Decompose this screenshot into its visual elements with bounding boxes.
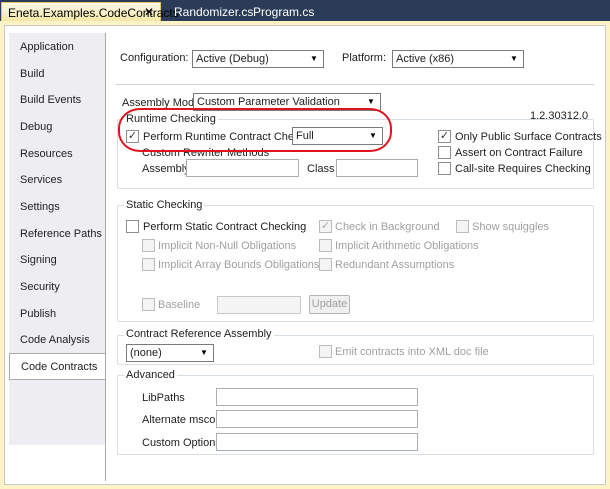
sidebar-item-code-contracts[interactable]: Code Contracts [9,353,105,380]
implicit-bounds-label: Implicit Array Bounds Obligations [158,259,320,271]
perform-static-checkbox[interactable] [126,220,139,233]
rewriter-class-input[interactable] [336,159,418,177]
check-background-label: Check in Background [335,221,440,233]
sidebar-item-resources[interactable]: Resources [11,140,107,167]
document-tab-strip: Eneta.Examples.CodeContracts ✕ Randomize… [0,0,610,21]
baseline-checkbox[interactable] [142,298,155,311]
libpaths-label: LibPaths [142,392,185,404]
advanced-title: Advanced [124,369,177,381]
implicit-arithmetic-label: Implicit Arithmetic Obligations [335,240,479,252]
perform-runtime-checkbox[interactable]: ✓ [126,130,139,143]
platform-select[interactable]: Active (x86) ▼ [392,50,524,68]
runtime-level-select[interactable]: Full ▼ [292,127,383,145]
sidebar-item-build-events[interactable]: Build Events [11,86,107,113]
tab-project-properties[interactable]: Eneta.Examples.CodeContracts ✕ [1,2,179,21]
sidebar-item-debug[interactable]: Debug [11,113,107,140]
implicit-arithmetic-checkbox[interactable] [319,239,332,252]
emit-contracts-label: Emit contracts into XML doc file [335,346,489,358]
chevron-down-icon: ▼ [310,54,318,63]
configuration-select[interactable]: Active (Debug) ▼ [192,50,324,68]
redundant-assumptions-checkbox[interactable] [319,258,332,271]
redundant-assumptions-label: Redundant Assumptions [335,259,455,271]
platform-label: Platform: [342,52,387,64]
alternate-mscorlib-input[interactable] [216,410,418,428]
reference-assembly-value: (none) [130,347,162,359]
public-surface-checkbox[interactable]: ✓ [438,130,451,143]
update-button[interactable]: Update [309,295,350,314]
implicit-bounds-checkbox[interactable] [142,258,155,271]
show-squiggles-checkbox[interactable] [456,220,469,233]
sidebar-item-security[interactable]: Security [11,273,107,300]
static-checking-title: Static Checking [124,199,205,211]
tab-program[interactable]: Program.cs [247,2,320,21]
rewriter-class-label: Class [307,163,335,175]
custom-options-input[interactable] [216,433,418,451]
baseline-label: Baseline [158,299,201,311]
configuration-label: Configuration: [120,52,189,64]
rewriter-assembly-input[interactable] [186,159,299,177]
sidebar-item-settings[interactable]: Settings [11,193,107,220]
chevron-down-icon: ▼ [200,348,208,357]
tab-label: Program.cs [253,5,315,19]
assembly-mode-value: Custom Parameter Validation [197,96,340,108]
tab-randomizer[interactable]: Randomizer.cs [168,2,259,21]
assert-on-failure-label: Assert on Contract Failure [455,147,583,159]
chevron-down-icon: ▼ [367,97,375,106]
implicit-nonnull-checkbox[interactable] [142,239,155,252]
assembly-mode-label: Assembly Mode: [122,97,204,109]
sidebar-item-services[interactable]: Services [11,166,107,193]
sidebar-item-code-analysis[interactable]: Code Analysis [11,326,107,353]
check-background-checkbox[interactable]: ✓ [319,220,332,233]
rewriter-assembly-label: Assembly [142,163,190,175]
callsite-requires-checkbox[interactable] [438,162,451,175]
chevron-down-icon: ▼ [510,54,518,63]
assert-on-failure-checkbox[interactable] [438,146,451,159]
reference-assembly-title: Contract Reference Assembly [124,328,274,340]
assembly-mode-select[interactable]: Custom Parameter Validation ▼ [193,93,381,111]
tab-label: Randomizer.cs [174,5,254,19]
divider [116,84,594,85]
baseline-input[interactable] [217,296,301,314]
sidebar-item-signing[interactable]: Signing [11,246,107,273]
runtime-checking-title: Runtime Checking [124,113,218,125]
custom-options-label: Custom Options [142,437,221,449]
libpaths-input[interactable] [216,388,418,406]
public-surface-label: Only Public Surface Contracts [455,131,602,143]
sidebar-item-build[interactable]: Build [11,60,107,87]
runtime-level-value: Full [296,130,314,142]
perform-static-label: Perform Static Contract Checking [143,221,307,233]
show-squiggles-label: Show squiggles [472,221,550,233]
sidebar-item-publish[interactable]: Publish [11,300,107,327]
chevron-down-icon: ▼ [369,131,377,140]
close-icon[interactable]: ✕ [144,5,154,19]
custom-rewriter-label: Custom Rewriter Methods [142,147,270,159]
platform-value: Active (x86) [396,53,455,65]
callsite-requires-label: Call-site Requires Checking [455,163,591,175]
emit-contracts-checkbox[interactable] [319,345,332,358]
sidebar-item-application[interactable]: Application [11,33,107,60]
sidebar-item-reference-paths[interactable]: Reference Paths [11,220,107,247]
configuration-value: Active (Debug) [196,53,269,65]
reference-assembly-select[interactable]: (none) ▼ [126,344,214,362]
implicit-nonnull-label: Implicit Non-Null Obligations [158,240,297,252]
